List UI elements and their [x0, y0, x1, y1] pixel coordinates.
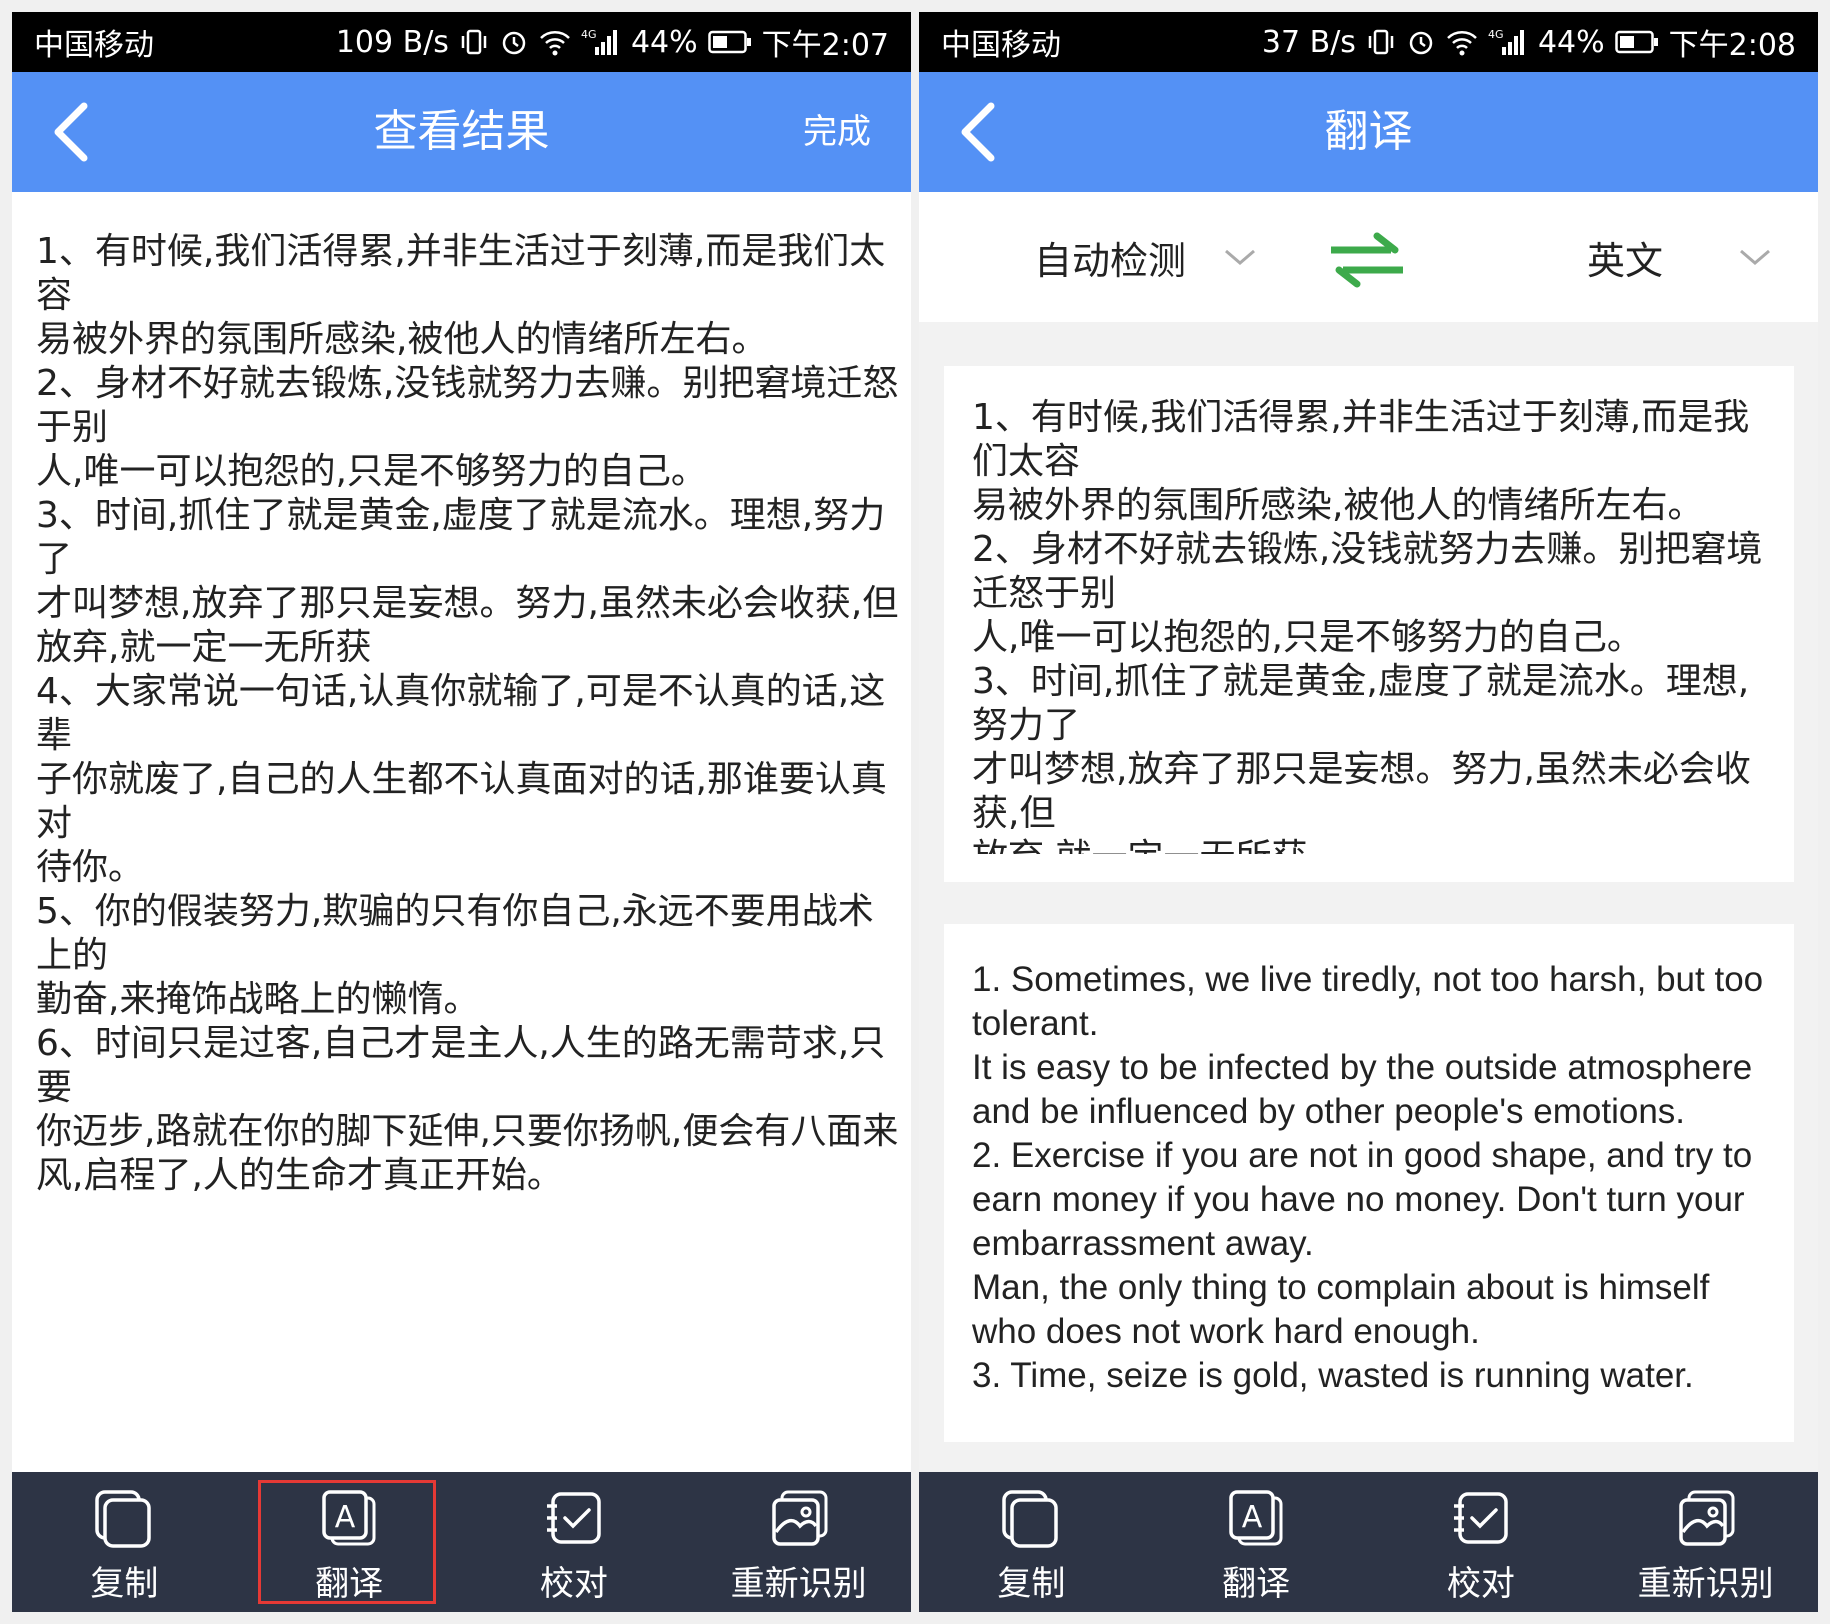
- translate-icon: A: [322, 1490, 376, 1546]
- back-arrow-icon[interactable]: [44, 100, 104, 164]
- right-screen: 中国移动 37 B/s 4G 44% 下午2:08 翻译 自动检测 英文 1、有…: [919, 12, 1818, 1612]
- translate-button[interactable]: A 翻译: [237, 1472, 462, 1612]
- nav-bar: 查看结果 完成: [12, 72, 911, 192]
- network-type: 4G: [581, 28, 597, 41]
- source-text[interactable]: 1、有时候,我们活得累,并非生活过于刻薄,而是我们太容 易被外界的氛围所感染,被…: [972, 396, 1772, 854]
- wifi-icon: [1447, 31, 1477, 56]
- chevron-down-icon: [1740, 249, 1770, 265]
- swap-languages-icon[interactable]: [1327, 230, 1407, 290]
- proofread-icon: [546, 1492, 601, 1544]
- status-bar: 中国移动 37 B/s 4G 44% 下午2:08: [919, 12, 1818, 72]
- alarm-icon: [1409, 31, 1433, 55]
- re-recognize-label: 重新识别: [1637, 1564, 1774, 1604]
- back-arrow-icon[interactable]: [951, 100, 1011, 164]
- net-speed: 37 B/s: [1261, 24, 1356, 60]
- source-text-card[interactable]: 1、有时候,我们活得累,并非生活过于刻薄,而是我们太容 易被外界的氛围所感染,被…: [944, 366, 1794, 882]
- recognized-text[interactable]: 1、有时候,我们活得累,并非生活过于刻薄,而是我们太容 易被外界的氛围所感染,被…: [36, 230, 902, 1198]
- translated-text[interactable]: 1. Sometimes, we live tiredly, not too h…: [972, 958, 1772, 1418]
- net-speed: 109 B/s: [335, 24, 449, 60]
- proofread-button[interactable]: 校对: [462, 1472, 687, 1612]
- chevron-down-icon: [1225, 249, 1255, 265]
- copy-icon: [95, 1490, 152, 1548]
- proofread-icon: [1453, 1492, 1508, 1544]
- bottom-toolbar: 复制 A 翻译 校对 重新识别: [12, 1472, 911, 1612]
- vibrate-icon: [461, 29, 487, 55]
- language-bar: 自动检测 英文: [919, 192, 1818, 322]
- target-language-select[interactable]: 英文: [1587, 192, 1775, 322]
- left-screen: 中国移动 109 B/s 4G 44% 下午2:07 查看结果 完成 1、有时候…: [12, 12, 911, 1612]
- source-language-select[interactable]: 自动检测: [1034, 192, 1260, 322]
- copy-label: 复制: [997, 1564, 1066, 1604]
- translate-button[interactable]: A 翻译: [1144, 1472, 1369, 1612]
- vibrate-icon: [1368, 29, 1394, 55]
- translate-icon: A: [1229, 1490, 1283, 1546]
- svg-text:A: A: [335, 1500, 356, 1535]
- proofread-label: 校对: [539, 1564, 608, 1604]
- copy-icon: [1002, 1490, 1059, 1548]
- svg-text:A: A: [1242, 1500, 1263, 1535]
- re-recognize-label: 重新识别: [730, 1564, 867, 1604]
- copy-button[interactable]: 复制: [12, 1472, 237, 1612]
- proofread-label: 校对: [1446, 1564, 1515, 1604]
- proofread-button[interactable]: 校对: [1369, 1472, 1594, 1612]
- battery-icon: [707, 30, 751, 54]
- carrier-label: 中国移动: [34, 28, 154, 63]
- re-recognize-icon: [771, 1490, 828, 1546]
- wifi-icon: [540, 31, 570, 56]
- copy-label: 复制: [90, 1564, 159, 1604]
- source-language-label: 自动检测: [1034, 238, 1187, 283]
- carrier-label: 中国移动: [941, 28, 1061, 63]
- translation-result-card[interactable]: 1. Sometimes, we live tiredly, not too h…: [944, 924, 1794, 1442]
- nav-bar: 翻译: [919, 72, 1818, 192]
- translate-label: 翻译: [1222, 1564, 1291, 1604]
- network-type: 4G: [1488, 28, 1504, 41]
- translation-area: 1、有时候,我们活得累,并非生活过于刻薄,而是我们太容 易被外界的氛围所感染,被…: [919, 322, 1818, 1472]
- alarm-icon: [502, 31, 526, 55]
- clock: 下午2:07: [761, 28, 889, 63]
- target-language-label: 英文: [1587, 238, 1664, 283]
- page-title: 翻译: [1324, 106, 1413, 157]
- re-recognize-button[interactable]: 重新识别: [686, 1472, 911, 1612]
- re-recognize-button[interactable]: 重新识别: [1593, 1472, 1818, 1612]
- done-button[interactable]: 完成: [803, 72, 871, 192]
- bottom-toolbar: 复制 A 翻译 校对 重新识别: [919, 1472, 1818, 1612]
- signal-icon: 4G: [1488, 28, 1524, 55]
- battery-icon: [1614, 30, 1658, 54]
- status-bar: 中国移动 109 B/s 4G 44% 下午2:07: [12, 12, 911, 72]
- page-title: 查看结果: [373, 106, 550, 157]
- translate-label: 翻译: [315, 1564, 384, 1604]
- battery-percent: 44%: [1537, 24, 1605, 60]
- clock: 下午2:08: [1668, 28, 1796, 63]
- re-recognize-icon: [1678, 1490, 1735, 1546]
- battery-percent: 44%: [630, 24, 698, 60]
- copy-button[interactable]: 复制: [919, 1472, 1144, 1612]
- signal-icon: 4G: [581, 28, 617, 55]
